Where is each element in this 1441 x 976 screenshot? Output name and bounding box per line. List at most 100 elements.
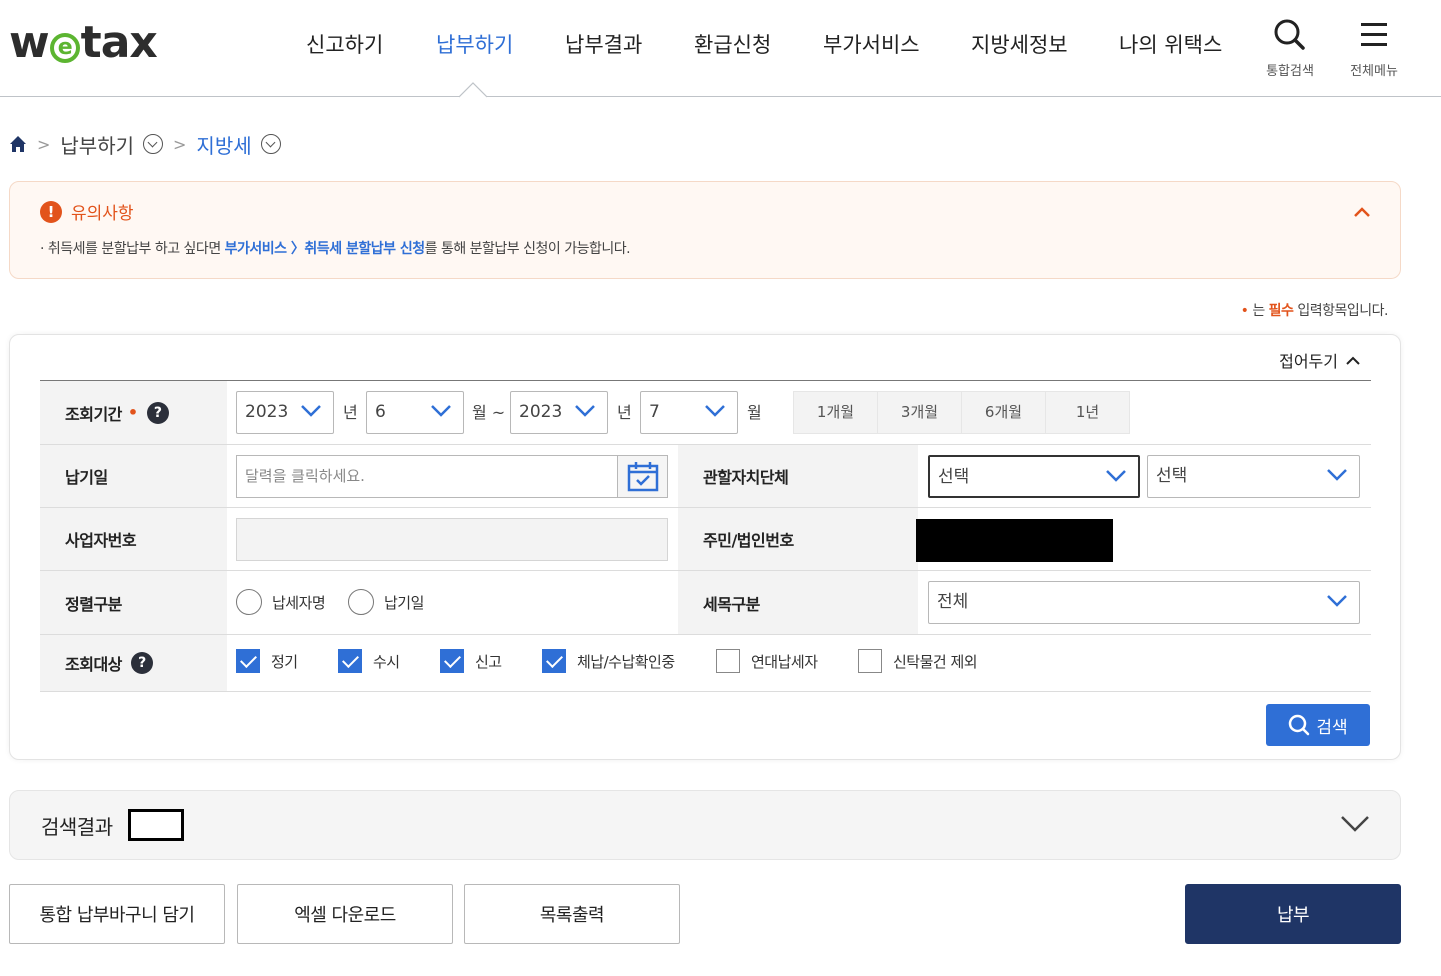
- all-menu-label: 전체메뉴: [1350, 64, 1398, 79]
- nav-payment-result[interactable]: 납부결과: [565, 28, 642, 62]
- checkbox-unchecked: [858, 649, 882, 673]
- chevron-down-icon: [575, 405, 595, 417]
- notice-text-post: 를 통해 분할납부 신청이 가능합니다.: [424, 241, 631, 257]
- period-1year-button[interactable]: 1년: [1045, 391, 1130, 434]
- required-note: • 는 필수 입력항목입니다.: [1241, 300, 1389, 320]
- fold-label: 접어두기: [1279, 352, 1338, 371]
- region-label-text: 관할자치단체: [703, 468, 789, 487]
- notice-link[interactable]: 부가서비스 〉취득세 분할납부 신청: [225, 241, 425, 257]
- nav-extra-services[interactable]: 부가서비스: [823, 28, 920, 62]
- chevron-down-icon: [705, 405, 725, 417]
- excel-download-button[interactable]: 엑셀 다운로드: [237, 884, 453, 944]
- to-month-select[interactable]: 7: [640, 391, 738, 434]
- year-unit: 년: [617, 403, 632, 422]
- print-list-button[interactable]: 목록출력: [464, 884, 680, 944]
- target-regular-label: 정기: [271, 652, 298, 671]
- search-icon: [1289, 714, 1310, 736]
- from-month-select[interactable]: 6: [366, 391, 464, 434]
- notice-text-pre: 취득세를 분할납부 하고 싶다면: [47, 241, 225, 257]
- chevron-up-icon: [1346, 356, 1360, 365]
- required-note-post: 입력항목입니다.: [1293, 303, 1388, 319]
- pay-button[interactable]: 납부: [1185, 884, 1401, 944]
- resident-no-label-text: 주민/법인번호: [703, 531, 794, 550]
- paydate-input[interactable]: 달력을 클릭하세요.: [236, 455, 668, 498]
- notice-bullet: ·: [40, 241, 44, 257]
- search-form-card: 접어두기 조회기간 •? 2023 년 6 월 ~ 2023 년 7 월 1개월 …: [9, 334, 1401, 760]
- period-label-text: 조회기간: [65, 404, 122, 424]
- sort-by-paydate-radio[interactable]: 납기일: [348, 589, 424, 615]
- results-count-box: [128, 809, 184, 841]
- radio-circle: [236, 589, 262, 615]
- row-period: 조회기간 •? 2023 년 6 월 ~ 2023 년 7 월 1개월 3개월 6…: [40, 381, 1371, 445]
- breadcrumb-separator: >: [173, 134, 187, 154]
- period-6months-button[interactable]: 6개월: [961, 391, 1046, 434]
- region-sigungu-select[interactable]: 선택: [1147, 455, 1360, 498]
- breadcrumb-level2[interactable]: 지방세: [196, 130, 251, 159]
- breadcrumb-level1[interactable]: 납부하기: [60, 130, 134, 159]
- calendar-icon: [627, 461, 658, 491]
- from-year-select[interactable]: 2023: [236, 391, 334, 434]
- taxitem-select[interactable]: 전체: [928, 581, 1360, 624]
- notice-text: · 취득세를 분할납부 하고 싶다면 부가서비스 〉취득세 분할납부 신청를 통…: [40, 238, 631, 258]
- from-month-value: 6: [375, 402, 386, 422]
- active-nav-caret: [459, 82, 487, 98]
- to-year-select[interactable]: 2023: [510, 391, 608, 434]
- chevron-down-icon: [301, 405, 321, 417]
- month-unit-tilde: 월 ~: [472, 403, 506, 422]
- region-sido-select[interactable]: 선택: [928, 455, 1140, 498]
- breadcrumb-level1-dropdown-icon[interactable]: [143, 134, 164, 154]
- global-header: w e tax 신고하기 납부하기 납부결과 환급신청 부가서비스 지방세정보 나의…: [0, 0, 1441, 98]
- region-sigungu-value: 선택: [1156, 466, 1188, 486]
- all-menu-button[interactable]: 전체메뉴: [1339, 18, 1409, 79]
- to-month-value: 7: [649, 402, 660, 422]
- target-occasional-label: 수시: [373, 652, 400, 671]
- checkbox-unchecked: [716, 649, 740, 673]
- calendar-button[interactable]: [617, 456, 667, 497]
- bizno-label: 사업자번호: [40, 508, 227, 570]
- help-icon[interactable]: ?: [130, 652, 153, 674]
- chevron-down-icon: [1327, 595, 1347, 607]
- nav-local-tax-info[interactable]: 지방세정보: [971, 28, 1068, 62]
- target-occasional-checkbox[interactable]: 수시: [338, 649, 400, 673]
- notice-title-text: 유의사항: [71, 204, 134, 224]
- checkbox-checked: [542, 649, 566, 673]
- wetax-logo[interactable]: w e tax: [9, 18, 158, 68]
- fold-button[interactable]: 접어두기: [1279, 348, 1360, 372]
- target-regular-checkbox[interactable]: 정기: [236, 649, 298, 673]
- home-icon[interactable]: [9, 135, 27, 153]
- exclamation-icon: !: [40, 200, 62, 223]
- chevron-up-icon[interactable]: [1354, 204, 1370, 220]
- period-3months-button[interactable]: 3개월: [877, 391, 962, 434]
- nav-my-wetax[interactable]: 나의 위택스: [1119, 28, 1222, 62]
- add-to-cart-button[interactable]: 통합 납부바구니 담기: [9, 884, 225, 944]
- quick-period-group: 1개월 3개월 6개월 1년: [793, 391, 1130, 434]
- integrated-search-button[interactable]: 통합검색: [1255, 18, 1325, 79]
- checkbox-checked: [236, 649, 260, 673]
- target-report-checkbox[interactable]: 신고: [440, 649, 502, 673]
- sort-by-name-radio[interactable]: 납세자명: [236, 589, 326, 615]
- chevron-down-icon[interactable]: [1340, 815, 1370, 833]
- breadcrumb-level2-dropdown-icon[interactable]: [260, 134, 281, 154]
- target-arrears-checkbox[interactable]: 체납/수납확인중: [542, 649, 675, 673]
- results-title: 검색결과: [41, 815, 113, 839]
- paydate-label: 납기일: [40, 445, 227, 507]
- nav-report[interactable]: 신고하기: [306, 28, 383, 62]
- to-year-value: 2023: [519, 402, 563, 422]
- period-1month-button[interactable]: 1개월: [793, 391, 878, 434]
- checkbox-checked: [338, 649, 362, 673]
- year-unit: 년: [343, 403, 358, 422]
- row-sort-taxitem: 정렬구분 납세자명 납기일 세목구분 전체: [40, 571, 1371, 635]
- target-report-label: 신고: [475, 652, 502, 671]
- bizno-input[interactable]: [236, 518, 668, 561]
- target-joint-taxpayer-checkbox[interactable]: 연대납세자: [716, 649, 818, 673]
- resident-no-redacted: [916, 519, 1113, 562]
- nav-refund[interactable]: 환급신청: [694, 28, 771, 62]
- paydate-label-text: 납기일: [65, 468, 108, 487]
- sort-by-paydate-label: 납기일: [384, 593, 424, 612]
- region-sido-value: 선택: [938, 467, 970, 487]
- search-results-panel[interactable]: 검색결과: [9, 790, 1401, 860]
- help-icon[interactable]: ?: [146, 401, 169, 424]
- target-exclude-trust-checkbox[interactable]: 신탁물건 제외: [858, 649, 978, 673]
- nav-payment[interactable]: 납부하기: [436, 28, 513, 62]
- search-button[interactable]: 검색: [1266, 704, 1370, 746]
